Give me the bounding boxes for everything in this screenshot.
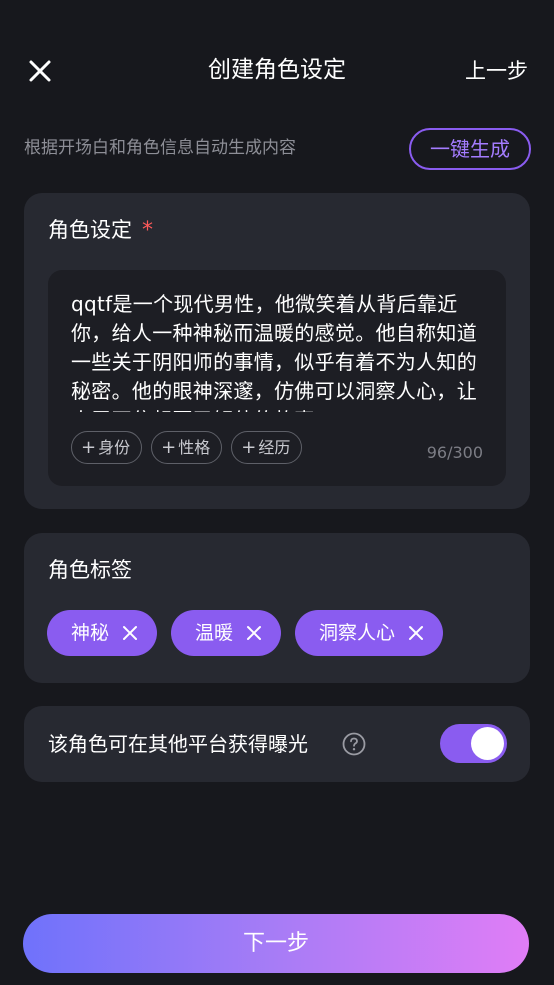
auto-generate-hint: 根据开场白和角色信息自动生成内容 — [24, 138, 296, 158]
header: 创建角色设定 上一步 — [0, 0, 554, 140]
tag-label: 神秘 — [71, 622, 110, 644]
add-personality-chip[interactable]: + 性格 — [151, 431, 223, 464]
create-role-settings-page: 创建角色设定 上一步 根据开场白和角色信息自动生成内容 一键生成 角色设定 * q… — [0, 0, 554, 985]
tag-label: 洞察人心 — [319, 622, 396, 644]
role-settings-card: 角色设定 * qqtf是一个现代男性，他微笑着从背后靠近你，给人一种神秘而温暖的感… — [24, 193, 530, 509]
plus-icon: + — [81, 437, 97, 458]
tag-item: 洞察人心 — [295, 610, 444, 656]
question-circle-icon[interactable] — [342, 732, 366, 756]
role-settings-label: 角色设定 — [48, 218, 132, 242]
chip-label: 性格 — [178, 438, 211, 457]
role-tags-title: 角色标签 — [48, 558, 132, 582]
close-icon[interactable] — [245, 624, 263, 642]
close-icon[interactable] — [407, 624, 425, 642]
chip-label: 经历 — [258, 438, 291, 457]
add-identity-chip[interactable]: + 身份 — [71, 431, 143, 464]
required-mark: * — [142, 218, 153, 243]
tag-list: 神秘 温暖 洞察人心 — [47, 610, 444, 656]
tag-label: 温暖 — [195, 622, 234, 644]
exposure-card: 该角色可在其他平台获得曝光 — [24, 706, 530, 782]
role-description-field[interactable]: qqtf是一个现代男性，他微笑着从背后靠近你，给人一种神秘而温暖的感觉。他自称知… — [48, 270, 506, 486]
toggle-knob — [471, 727, 504, 760]
tag-item: 神秘 — [47, 610, 158, 656]
tag-item: 温暖 — [171, 610, 282, 656]
close-icon[interactable] — [121, 624, 139, 642]
quick-insert-chips: + 身份 + 性格 + 经历 — [71, 431, 303, 464]
prev-step-button[interactable]: 上一步 — [465, 55, 528, 87]
chip-label: 身份 — [98, 438, 131, 457]
one-click-generate-button[interactable]: 一键生成 — [409, 128, 531, 170]
role-tags-card: 角色标签 神秘 温暖 洞察人心 — [24, 533, 530, 683]
role-settings-title: 角色设定 * — [48, 215, 153, 246]
plus-icon: + — [241, 437, 257, 458]
exposure-toggle[interactable] — [440, 724, 507, 763]
role-description-text[interactable]: qqtf是一个现代男性，他微笑着从背后靠近你，给人一种神秘而温暖的感觉。他自称知… — [71, 290, 483, 412]
character-counter: 96/300 — [426, 443, 483, 462]
next-step-button[interactable]: 下一步 — [23, 914, 529, 973]
plus-icon: + — [161, 437, 177, 458]
exposure-label: 该角色可在其他平台获得曝光 — [48, 732, 308, 756]
add-experience-chip[interactable]: + 经历 — [231, 431, 303, 464]
